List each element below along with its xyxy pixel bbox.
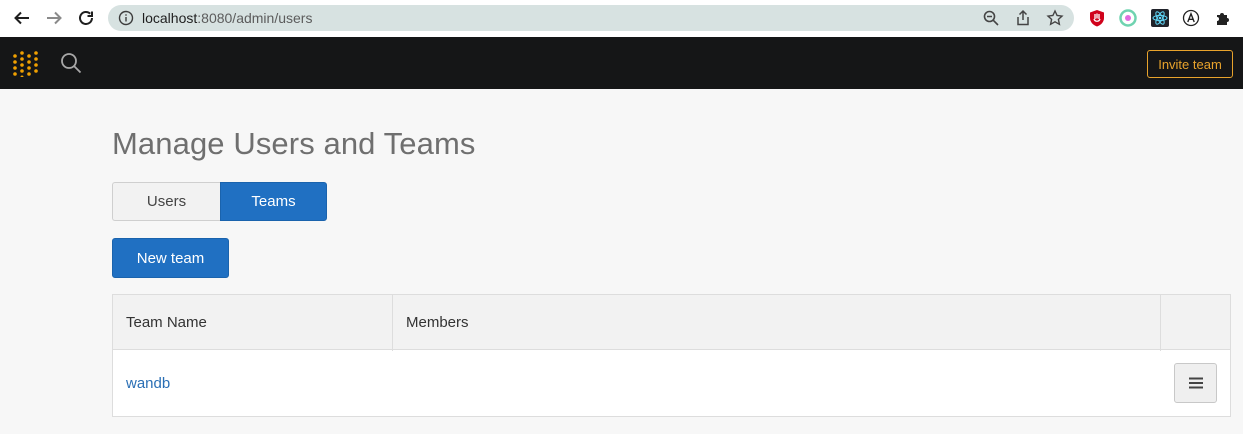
reload-button[interactable] [75,7,97,29]
zoom-icon[interactable] [982,9,1000,27]
app-navbar: Invite team [0,37,1243,89]
tab-users[interactable]: Users [112,182,220,221]
table-row: wandb [113,351,1230,416]
invite-team-button[interactable]: Invite team [1147,50,1233,78]
arrow-right-icon [47,11,62,25]
table-header: Team Name Members [113,295,1230,350]
hamburger-menu-icon [1188,377,1203,389]
share-icon[interactable] [1014,9,1032,27]
team-name-link[interactable]: wandb [126,351,170,416]
column-header-actions [1161,295,1230,350]
letter-a-extension-icon[interactable] [1182,9,1200,27]
row-menu-button[interactable] [1174,363,1217,403]
column-header-members: Members [406,314,469,331]
react-devtools-icon[interactable] [1151,9,1169,27]
extensions-puzzle-icon[interactable] [1214,9,1232,27]
browser-toolbar: localhost:8080/admin/users [0,0,1243,37]
back-button[interactable] [11,7,33,29]
reload-icon [79,11,93,25]
bookmark-star-icon[interactable] [1046,9,1064,27]
url-text: localhost:8080/admin/users [142,10,312,26]
new-team-button[interactable]: New team [112,238,229,278]
metabase-logo-icon[interactable] [12,51,40,77]
extensions-area [1082,5,1241,31]
url-path: :8080/admin/users [197,10,313,26]
colorful-extension-icon[interactable] [1119,9,1137,27]
forward-button[interactable] [43,7,65,29]
address-bar[interactable]: localhost:8080/admin/users [108,5,1074,31]
search-icon[interactable] [60,52,82,74]
page-title: Manage Users and Teams [112,126,476,161]
arrow-left-icon [14,11,29,25]
ublock-extension-icon[interactable] [1088,9,1106,27]
teams-table: Team Name Members wandb [112,294,1231,417]
column-header-team-name: Team Name [126,314,207,331]
users-teams-tabs: Users Teams [112,182,327,221]
info-icon[interactable] [118,10,134,26]
tab-teams[interactable]: Teams [220,182,327,221]
url-host: localhost [142,10,198,26]
